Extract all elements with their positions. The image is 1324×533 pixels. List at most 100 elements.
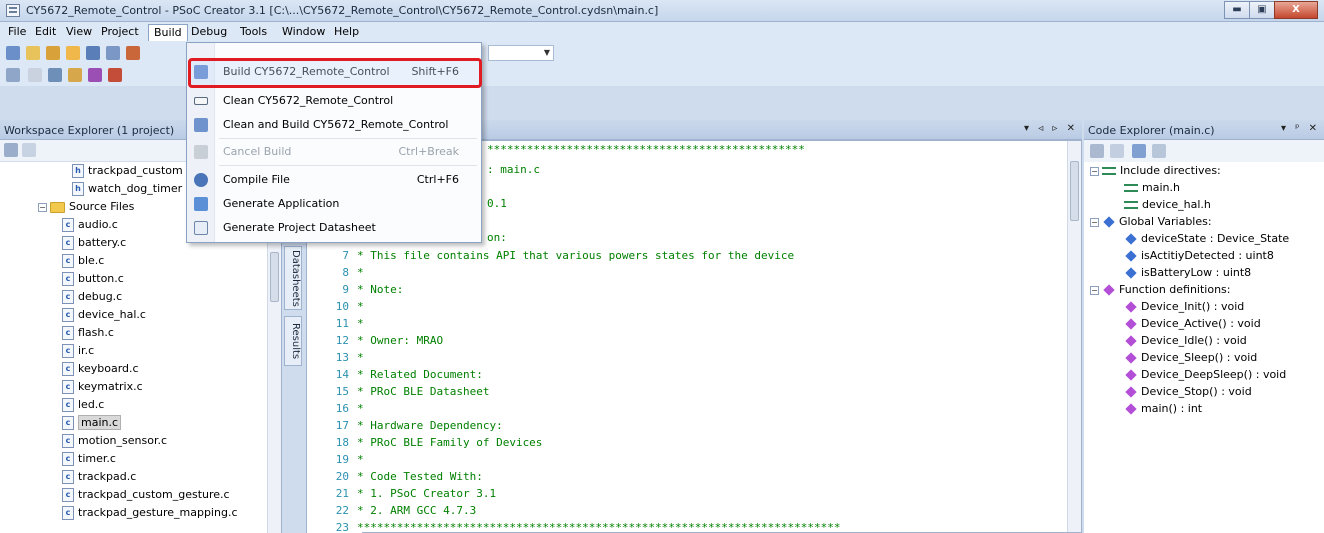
new-file-icon[interactable] xyxy=(26,46,40,60)
function-item[interactable]: Device_Idle() : void xyxy=(1124,334,1247,351)
open-folder-icon[interactable] xyxy=(66,46,80,60)
scroll-thumb[interactable] xyxy=(270,252,279,302)
item-label: isActitiyDetected : uint8 xyxy=(1141,249,1274,262)
tree-item-c[interactable]: c trackpad_gesture_mapping.c xyxy=(62,506,238,524)
tree-item-c[interactable]: c ble.c xyxy=(62,254,104,272)
refresh-icon[interactable] xyxy=(22,143,36,157)
function-item[interactable]: Device_Init() : void xyxy=(1124,300,1244,317)
code-fragment: 0.1 xyxy=(487,197,507,212)
tab-results[interactable]: Results xyxy=(284,316,302,366)
tree-item-c[interactable]: c debug.c xyxy=(62,290,122,308)
menu-item-clean-and-build[interactable]: Clean and Build CY5672_Remote_Control xyxy=(187,114,481,136)
function-item[interactable]: Device_Sleep() : void xyxy=(1124,351,1257,368)
function-item[interactable]: Device_Active() : void xyxy=(1124,317,1261,334)
menu-debug[interactable]: Debug xyxy=(186,24,232,41)
menu-item-generate-datasheet[interactable]: Generate Project Datasheet xyxy=(187,217,481,239)
editor-scrollbar[interactable] xyxy=(1067,141,1081,532)
group-include-directives[interactable]: − Include directives: xyxy=(1090,164,1221,181)
tree-item-c[interactable]: c battery.c xyxy=(62,236,126,254)
menu-edit[interactable]: Edit xyxy=(30,24,61,41)
add-item-icon[interactable] xyxy=(46,46,60,60)
code-explorer-title: Code Explorer (main.c) xyxy=(1088,124,1215,137)
code-explorer-controls[interactable]: ▾ ᵖ ✕ xyxy=(1281,123,1320,134)
function-item[interactable]: main() : int xyxy=(1124,402,1202,419)
code-line: 13 * xyxy=(307,351,364,366)
line-number: 8 xyxy=(342,266,349,279)
group-icon[interactable] xyxy=(1132,144,1146,158)
program-icon[interactable] xyxy=(88,68,102,82)
print-icon[interactable] xyxy=(126,46,140,60)
function-icon xyxy=(1125,369,1137,381)
line-number: 7 xyxy=(342,249,349,262)
expand-icon[interactable] xyxy=(1090,144,1104,158)
collapse-toggle-icon[interactable]: − xyxy=(38,202,47,212)
maximize-button[interactable]: ▣ xyxy=(1249,1,1275,19)
paste-icon[interactable] xyxy=(68,68,82,82)
tree-item-main-c[interactable]: c main.c xyxy=(62,415,122,434)
menu-help[interactable]: Help xyxy=(329,24,364,41)
tab-datasheets[interactable]: Datasheets xyxy=(284,246,302,310)
menu-project[interactable]: Project xyxy=(96,24,144,41)
scroll-thumb[interactable] xyxy=(1070,161,1079,221)
item-label: device_hal.h xyxy=(1142,198,1211,211)
sort-icon[interactable] xyxy=(1152,144,1166,158)
menu-view[interactable]: View xyxy=(61,24,97,41)
include-item[interactable]: device_hal.h xyxy=(1124,198,1211,215)
cut-icon[interactable] xyxy=(28,68,42,82)
collapse-toggle-icon[interactable]: − xyxy=(1090,285,1099,295)
tree-item-c[interactable]: c motion_sensor.c xyxy=(62,434,167,452)
item-label: Device_Idle() : void xyxy=(1141,334,1247,347)
tree-item-c[interactable]: c button.c xyxy=(62,272,124,290)
collapse-icon[interactable] xyxy=(1110,144,1124,158)
tree-item-c[interactable]: c trackpad.c xyxy=(62,470,136,488)
variable-item[interactable]: isBatteryLow : uint8 xyxy=(1124,266,1251,283)
menu-item-label: Clean CY5672_Remote_Control xyxy=(223,94,394,107)
collapse-all-icon[interactable] xyxy=(4,143,18,157)
group-label: Function definitions: xyxy=(1119,283,1231,296)
tree-item-c[interactable]: c flash.c xyxy=(62,326,114,344)
tree-item-h[interactable]: h watch_dog_timer xyxy=(72,182,182,200)
c-file-icon: c xyxy=(62,488,74,502)
menu-item-compile-file[interactable]: Compile File Ctrl+F6 xyxy=(187,169,481,191)
menu-item-clean[interactable]: Clean CY5672_Remote_Control xyxy=(187,90,481,112)
tree-item-c[interactable]: c trackpad_custom_gesture.c xyxy=(62,488,230,506)
line-number: 10 xyxy=(335,300,349,313)
configuration-combo[interactable]: ▼ xyxy=(488,45,554,61)
highlight-annotation xyxy=(188,58,482,88)
editor-tab-controls[interactable]: ▾ ◃ ▹ ✕ xyxy=(1024,123,1078,134)
collapse-toggle-icon[interactable]: − xyxy=(1090,217,1099,227)
tree-item-label: ble.c xyxy=(78,254,105,267)
tree-item-c[interactable]: c device_hal.c xyxy=(62,308,146,326)
tree-folder-source-files[interactable]: − Source Files xyxy=(38,200,134,218)
copy-icon[interactable] xyxy=(48,68,62,82)
function-item[interactable]: Device_Stop() : void xyxy=(1124,385,1252,402)
menu-item-generate-application[interactable]: Generate Application xyxy=(187,193,481,215)
tree-item-c[interactable]: c audio.c xyxy=(62,218,118,236)
minimize-button[interactable]: ▬ xyxy=(1224,1,1250,19)
collapse-toggle-icon[interactable]: − xyxy=(1090,166,1099,176)
group-function-definitions[interactable]: − Function definitions: xyxy=(1090,283,1231,300)
layout-icon[interactable] xyxy=(6,68,20,82)
save-all-icon[interactable] xyxy=(106,46,120,60)
menu-file[interactable]: File xyxy=(3,24,31,41)
new-project-icon[interactable] xyxy=(6,46,20,60)
close-button[interactable]: X xyxy=(1274,1,1318,19)
line-number: 19 xyxy=(335,453,349,466)
tree-item-c[interactable]: c keymatrix.c xyxy=(62,380,143,398)
group-global-variables[interactable]: − Global Variables: xyxy=(1090,215,1212,232)
menu-tools[interactable]: Tools xyxy=(235,24,272,41)
save-icon[interactable] xyxy=(86,46,100,60)
function-item[interactable]: Device_DeepSleep() : void xyxy=(1124,368,1286,385)
menu-build[interactable]: Build xyxy=(148,24,188,41)
tree-item-c[interactable]: c led.c xyxy=(62,398,104,416)
variable-item[interactable]: isActitiyDetected : uint8 xyxy=(1124,249,1274,266)
tree-item-h[interactable]: h trackpad_custom xyxy=(72,164,183,182)
tree-item-c[interactable]: c timer.c xyxy=(62,452,116,470)
include-item[interactable]: main.h xyxy=(1124,181,1180,198)
variable-item[interactable]: deviceState : Device_State xyxy=(1124,232,1289,249)
code-text: * Related Document: xyxy=(357,368,483,381)
tree-item-c[interactable]: c ir.c xyxy=(62,344,94,362)
menu-window[interactable]: Window xyxy=(277,24,330,41)
debug-icon[interactable] xyxy=(108,68,122,82)
tree-item-c[interactable]: c keyboard.c xyxy=(62,362,139,380)
